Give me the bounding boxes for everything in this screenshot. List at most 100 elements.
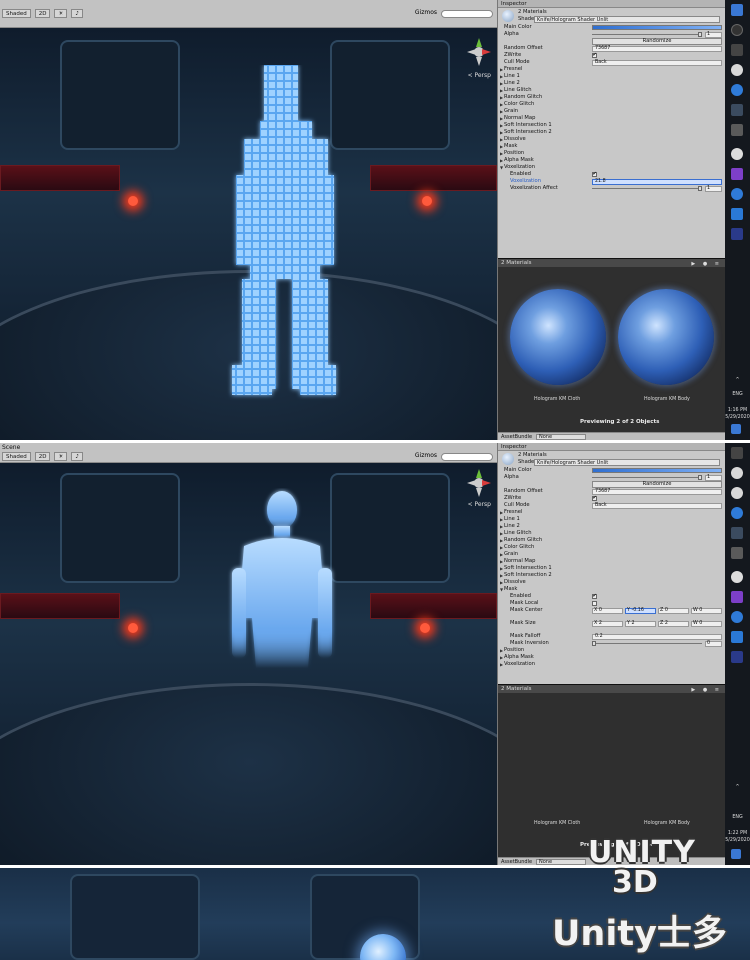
scene-tab[interactable]: Scene — [0, 443, 497, 452]
task-view-icon[interactable] — [731, 44, 743, 56]
2d-toggle[interactable]: 2D — [34, 452, 51, 461]
section-foldout[interactable]: ▶ Color Glitch — [498, 101, 725, 108]
explorer-icon[interactable] — [731, 447, 743, 459]
scene-view[interactable]: Shaded 2D ☀ ♪ Gizmos < Persp — [0, 0, 497, 440]
section-foldout[interactable]: ▶ Alpha Mask — [498, 157, 725, 164]
voxelization-affect-value[interactable]: 1 — [705, 186, 722, 192]
notification-icon[interactable] — [731, 424, 741, 434]
preview-sphere-body[interactable] — [618, 289, 714, 385]
section-foldout[interactable]: ▶ Color Glitch — [498, 544, 725, 551]
zwrite-checkbox[interactable] — [592, 52, 597, 59]
unity-icon[interactable] — [731, 148, 743, 160]
slider-knob[interactable] — [698, 475, 702, 480]
section-foldout[interactable]: ▶ Random Glitch — [498, 537, 725, 544]
shading-mode-dropdown[interactable]: Shaded — [2, 9, 31, 18]
section-foldout[interactable]: ▶ Soft Intersection 1 — [498, 122, 725, 129]
preview-controls[interactable]: ▶ ● ≡ — [691, 260, 722, 268]
section-foldout-open[interactable]: ▼ Voxelization — [498, 164, 725, 171]
search-icon[interactable] — [731, 24, 743, 36]
randomize-button[interactable]: Randomize — [592, 481, 722, 488]
vscode-icon[interactable] — [731, 208, 743, 220]
section-foldout[interactable]: ▶ Soft Intersection 2 — [498, 572, 725, 579]
clock-time[interactable]: 1:16 PM — [725, 408, 750, 414]
main-color-field[interactable] — [592, 25, 722, 30]
app-icon[interactable] — [731, 188, 743, 200]
section-foldout[interactable]: ▶ Mask — [498, 143, 725, 150]
tray-chevron-icon[interactable]: ^ — [725, 785, 750, 791]
section-foldout[interactable]: ▶ Line Glitch — [498, 530, 725, 537]
section-foldout[interactable]: ▶ Line Glitch — [498, 87, 725, 94]
tray-chevron-icon[interactable]: ^ — [725, 378, 750, 384]
mask-size-x[interactable]: X 2 — [592, 621, 623, 627]
alpha-slider[interactable] — [592, 32, 702, 37]
lighting-toggle[interactable]: ☀ — [54, 9, 68, 18]
perspective-label[interactable]: < Persp — [468, 501, 491, 508]
preview-sphere-cloth[interactable] — [510, 289, 606, 385]
section-foldout[interactable]: ▶ Line 2 — [498, 523, 725, 530]
perspective-label[interactable]: < Persp — [468, 72, 491, 79]
photoshop-icon[interactable] — [731, 547, 743, 559]
inspector-tab[interactable]: Inspector — [498, 0, 725, 8]
mask-center-x[interactable]: X 0 — [592, 608, 623, 614]
section-foldout-open[interactable]: ▼ Mask — [498, 586, 725, 593]
language-indicator[interactable]: ENG — [725, 815, 750, 821]
mask-center-w[interactable]: W 0 — [691, 608, 722, 614]
shader-dropdown[interactable]: Knife/Hologram Shader Unlit — [534, 459, 720, 466]
section-foldout[interactable]: ▶ Fresnel — [498, 66, 725, 73]
slider-knob[interactable] — [698, 32, 702, 37]
orientation-gizmo[interactable] — [467, 38, 491, 68]
explorer-icon[interactable] — [731, 104, 743, 116]
preview-controls[interactable]: ▶ ● ≡ — [691, 686, 722, 694]
word-icon[interactable] — [731, 651, 743, 663]
lighting-toggle[interactable]: ☀ — [54, 452, 68, 461]
zwrite-checkbox[interactable] — [592, 495, 597, 502]
mask-local-checkbox[interactable] — [592, 601, 597, 606]
skype-icon[interactable] — [731, 507, 743, 519]
app-icon[interactable] — [731, 611, 743, 623]
main-color-field[interactable] — [592, 468, 722, 473]
section-foldout[interactable]: ▶ Normal Map — [498, 558, 725, 565]
scene-search-input[interactable] — [441, 453, 493, 461]
mask-center-y[interactable]: Y -0.16 — [625, 608, 656, 614]
photoshop-icon[interactable] — [731, 124, 743, 136]
scene-search-input[interactable] — [441, 10, 493, 18]
section-foldout[interactable]: ▶ Dissolve — [498, 136, 725, 143]
slider-knob[interactable] — [592, 641, 596, 646]
section-foldout[interactable]: ▶ Grain — [498, 108, 725, 115]
section-foldout[interactable]: ▶ Line 2 — [498, 80, 725, 87]
unity-icon[interactable] — [731, 571, 743, 583]
section-foldout[interactable]: ▶ Line 1 — [498, 516, 725, 523]
voxel-enabled-checkbox[interactable] — [592, 171, 597, 178]
windows-icon[interactable] — [731, 4, 743, 16]
mask-inversion-slider[interactable] — [592, 641, 702, 646]
app-icon[interactable] — [731, 527, 743, 539]
mask-size-w[interactable]: W 0 — [691, 621, 722, 627]
randomize-button[interactable]: Randomize — [592, 38, 722, 45]
slider-knob[interactable] — [698, 186, 702, 191]
language-indicator[interactable]: ENG — [725, 392, 750, 398]
section-foldout[interactable]: ▶ Voxelization — [498, 661, 725, 668]
section-foldout[interactable]: ▶ Grain — [498, 551, 725, 558]
scene-tab[interactable] — [0, 0, 497, 9]
mask-enabled-checkbox[interactable] — [592, 593, 597, 600]
section-foldout[interactable]: ▶ Normal Map — [498, 115, 725, 122]
orientation-gizmo[interactable] — [467, 469, 491, 499]
visual-studio-icon[interactable] — [731, 168, 743, 180]
section-foldout[interactable]: ▶ Line 1 — [498, 73, 725, 80]
chrome-icon[interactable] — [731, 487, 743, 499]
section-foldout[interactable]: ▶ Position — [498, 150, 725, 157]
inspector-tab[interactable]: Inspector — [498, 443, 725, 451]
gizmos-dropdown[interactable]: Gizmos — [415, 452, 437, 459]
visual-studio-icon[interactable] — [731, 591, 743, 603]
clock-date[interactable]: 5/29/2020 — [725, 415, 750, 421]
section-foldout[interactable]: ▶ Dissolve — [498, 579, 725, 586]
chrome-icon[interactable] — [731, 64, 743, 76]
shading-mode-dropdown[interactable]: Shaded — [2, 452, 31, 461]
section-foldout[interactable]: ▶ Position — [498, 647, 725, 654]
skype-icon[interactable] — [731, 84, 743, 96]
mask-size-z[interactable]: Z 2 — [658, 621, 689, 627]
alpha-slider[interactable] — [592, 475, 702, 480]
2d-toggle[interactable]: 2D — [34, 9, 51, 18]
mask-center-z[interactable]: Z 0 — [658, 608, 689, 614]
chrome-icon[interactable] — [731, 467, 743, 479]
